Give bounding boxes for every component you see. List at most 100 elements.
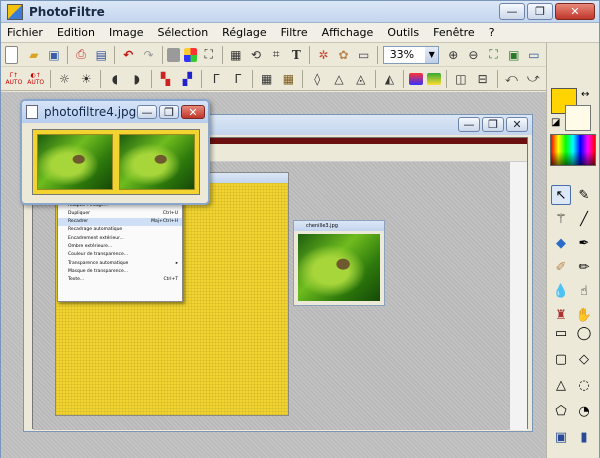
drop-icon[interactable]: ◬: [352, 70, 370, 88]
fill-tool-icon[interactable]: ◆: [551, 233, 571, 253]
fit-icon[interactable]: ⛶: [486, 46, 502, 64]
image-minimize-button[interactable]: —: [458, 117, 480, 132]
menu-bar: Fichier Edition Image Sélection Réglage …: [1, 23, 599, 43]
brightness-down-icon[interactable]: ☼: [56, 70, 74, 88]
frame-icon[interactable]: [427, 72, 442, 85]
navigator-preview[interactable]: [32, 129, 200, 195]
zoom-out-icon[interactable]: ⊖: [465, 46, 481, 64]
gray-square-icon[interactable]: [167, 47, 181, 62]
menu-fichier[interactable]: Fichier: [7, 26, 43, 39]
menu-edition[interactable]: Edition: [57, 26, 95, 39]
menu-help[interactable]: ?: [489, 26, 495, 39]
pencil-tool-icon[interactable]: ✏: [574, 257, 594, 277]
rotate-right-icon[interactable]: ⤻: [524, 70, 542, 88]
pointer-tool-icon[interactable]: ↖: [551, 185, 571, 205]
rotate-icon[interactable]: ⟲: [248, 46, 264, 64]
blur-drop-tool-icon[interactable]: 💧: [551, 281, 571, 301]
grayscale-icon[interactable]: ▦: [258, 70, 276, 88]
rounded-rect-shape-icon[interactable]: ▢: [551, 349, 571, 369]
actual-size-icon[interactable]: ▣: [506, 46, 522, 64]
color-grid-icon[interactable]: [184, 47, 197, 62]
gamma-down-icon[interactable]: Γ: [207, 70, 225, 88]
eyedropper-tool-icon[interactable]: ✎: [574, 185, 594, 205]
fog-icon[interactable]: ◭: [381, 70, 399, 88]
lasso-shape-icon[interactable]: ◌: [574, 375, 594, 395]
undo-icon[interactable]: ↶: [120, 46, 136, 64]
flip-icon[interactable]: ⊟: [474, 70, 492, 88]
swap-colors-icon[interactable]: ↔: [581, 89, 589, 100]
zoom-select[interactable]: 33% ▼: [382, 45, 440, 64]
menu-image[interactable]: Image: [109, 26, 143, 39]
save-icon[interactable]: ▣: [46, 46, 62, 64]
menu-affichage[interactable]: Affichage: [322, 26, 374, 39]
navigator-close-button[interactable]: ✕: [181, 105, 205, 119]
contrast-down-icon[interactable]: ◖: [106, 70, 124, 88]
blur-icon[interactable]: ◊: [308, 70, 326, 88]
rectangle-shape-icon[interactable]: ▭: [551, 323, 571, 343]
selection-options-icon[interactable]: ▮: [574, 427, 594, 447]
chevron-down-icon[interactable]: ▼: [425, 46, 439, 63]
navigator-window[interactable]: photofiltre4.jpg — ❐ ✕: [20, 99, 210, 205]
color-palette[interactable]: [550, 134, 596, 166]
hand-tool-icon[interactable]: ✋: [574, 305, 594, 325]
menu-fenetre[interactable]: Fenêtre: [433, 26, 475, 39]
fullscreen-icon[interactable]: ▭: [526, 46, 542, 64]
invert-selection-icon[interactable]: ▣: [551, 427, 571, 447]
filter-icon[interactable]: ✲: [315, 46, 331, 64]
maximize-button[interactable]: ❐: [527, 3, 553, 20]
saturation-up-icon[interactable]: ▞: [178, 70, 196, 88]
sepia-icon[interactable]: ▦: [280, 70, 298, 88]
triangle-shape-icon[interactable]: △: [551, 375, 571, 395]
menu-reglage[interactable]: Réglage: [222, 26, 266, 39]
ellipse-shape-icon[interactable]: ◯: [574, 323, 594, 343]
preview-photo-left: [37, 134, 113, 190]
close-button[interactable]: ✕: [555, 3, 595, 20]
minimize-button[interactable]: —: [499, 3, 525, 20]
ctx-item: Dupliquer Ctrl+U: [68, 210, 178, 216]
line-tool-icon[interactable]: ╱: [574, 209, 594, 229]
gradient-icon[interactable]: [409, 72, 424, 85]
redo-icon[interactable]: ↷: [140, 46, 156, 64]
menu-outils[interactable]: Outils: [387, 26, 419, 39]
text-icon[interactable]: T: [288, 46, 304, 64]
bezier-shape-icon[interactable]: ◔: [574, 401, 594, 421]
brush-tool-icon[interactable]: ✐: [551, 257, 571, 277]
image-close-button[interactable]: ✕: [506, 117, 528, 132]
display-icon[interactable]: ▭: [356, 46, 372, 64]
auto-contrast-icon[interactable]: ◐↑ AUTO: [27, 70, 45, 88]
polygon-shape-icon[interactable]: ⬠: [551, 401, 571, 421]
saturation-down-icon[interactable]: ▚: [157, 70, 175, 88]
image-maximize-button[interactable]: ❐: [482, 117, 504, 132]
main-toolbar: ▰ ▣ ⎙ ▤ ↶ ↷ ⛶ ▦ ⟲ ⌗ T ✲ ✿ ▭ 33% ▼ ⊕ ⊖ ⛶ …: [1, 43, 546, 67]
menu-selection[interactable]: Sélection: [157, 26, 208, 39]
sharpen-icon[interactable]: △: [330, 70, 348, 88]
scan-icon[interactable]: ▤: [93, 46, 109, 64]
background-color-swatch[interactable]: [565, 105, 591, 131]
gallery-icon[interactable]: ✿: [335, 46, 351, 64]
diamond-shape-icon[interactable]: ◇: [574, 349, 594, 369]
navigator-titlebar[interactable]: photofiltre4.jpg — ❐ ✕: [22, 101, 208, 123]
navigator-minimize-button[interactable]: —: [137, 105, 157, 119]
reset-colors-icon[interactable]: ◪: [551, 117, 560, 128]
menu-filtre[interactable]: Filtre: [281, 26, 308, 39]
canvas-size-icon[interactable]: ▦: [228, 46, 244, 64]
crop-icon[interactable]: ⌗: [268, 46, 284, 64]
contrast-up-icon[interactable]: ◗: [128, 70, 146, 88]
open-file-icon[interactable]: ▰: [26, 46, 42, 64]
smudge-tool-icon[interactable]: ☝: [574, 281, 594, 301]
zoom-in-icon[interactable]: ⊕: [445, 46, 461, 64]
new-file-icon[interactable]: [5, 45, 18, 64]
stamp-tool-icon[interactable]: ♜: [551, 305, 571, 325]
auto-level-icon[interactable]: Γ↑ AUTO: [5, 70, 23, 88]
rotate-left-icon[interactable]: ⤺: [503, 70, 521, 88]
magic-wand-tool-icon[interactable]: ⚚: [551, 209, 571, 229]
print-icon[interactable]: ⎙: [73, 46, 89, 64]
gamma-up-icon[interactable]: Γ: [229, 70, 247, 88]
mirror-icon[interactable]: ◫: [452, 70, 470, 88]
brightness-up-icon[interactable]: ☀: [77, 70, 95, 88]
app-icon: [7, 3, 23, 20]
spray-tool-icon[interactable]: ✒: [574, 233, 594, 253]
navigator-maximize-button[interactable]: ❐: [159, 105, 179, 119]
image-size-icon[interactable]: ⛶: [201, 46, 217, 64]
title-bar[interactable]: PhotoFiltre — ❐ ✕: [1, 1, 599, 23]
